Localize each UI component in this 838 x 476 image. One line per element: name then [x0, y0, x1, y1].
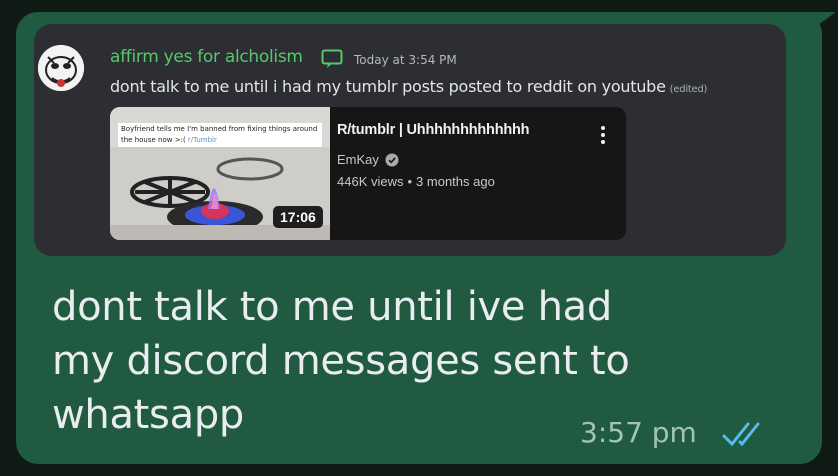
- meta-separator: •: [407, 174, 413, 189]
- message-line-1: dont talk to me until ive had: [52, 284, 612, 330]
- video-title[interactable]: R/tumblr | Uhhhhhhhhhhhhh: [337, 122, 530, 138]
- avatar-image-icon: [38, 45, 84, 91]
- message-time: 3:57 pm: [580, 416, 697, 449]
- more-options-icon[interactable]: [596, 124, 610, 146]
- channel-name[interactable]: EmKay: [337, 152, 379, 167]
- video-duration: 17:06: [273, 206, 323, 228]
- message-line-2: my discord messages sent to: [52, 338, 630, 384]
- view-count: 446K views: [337, 174, 404, 189]
- thumbnail-caption-text: Boyfriend tells me I'm banned from fixin…: [121, 125, 318, 144]
- chat-bubble-icon: [321, 49, 343, 68]
- channel-row[interactable]: EmKay: [337, 152, 399, 167]
- edited-label: (edited): [669, 84, 708, 95]
- message-timestamp: Today at 3:54 PM: [354, 53, 457, 67]
- video-thumbnail[interactable]: Boyfriend tells me I'm banned from fixin…: [110, 107, 330, 240]
- video-meta: 446K views • 3 months ago: [337, 174, 495, 189]
- verified-check-icon: [385, 153, 399, 166]
- discord-username[interactable]: affirm yes for alcholism: [110, 47, 303, 67]
- discord-message-text: dont talk to me until i had my tumblr po…: [110, 77, 707, 96]
- thumbnail-caption: Boyfriend tells me I'm banned from fixin…: [118, 123, 322, 147]
- upload-age: 3 months ago: [416, 174, 495, 189]
- discord-message-body: dont talk to me until i had my tumblr po…: [110, 77, 666, 96]
- user-avatar[interactable]: [38, 45, 84, 91]
- double-check-read-icon: [722, 422, 760, 447]
- youtube-embed-card[interactable]: Boyfriend tells me I'm banned from fixin…: [110, 107, 626, 240]
- thumbnail-tag: r/Tumblr: [187, 136, 217, 144]
